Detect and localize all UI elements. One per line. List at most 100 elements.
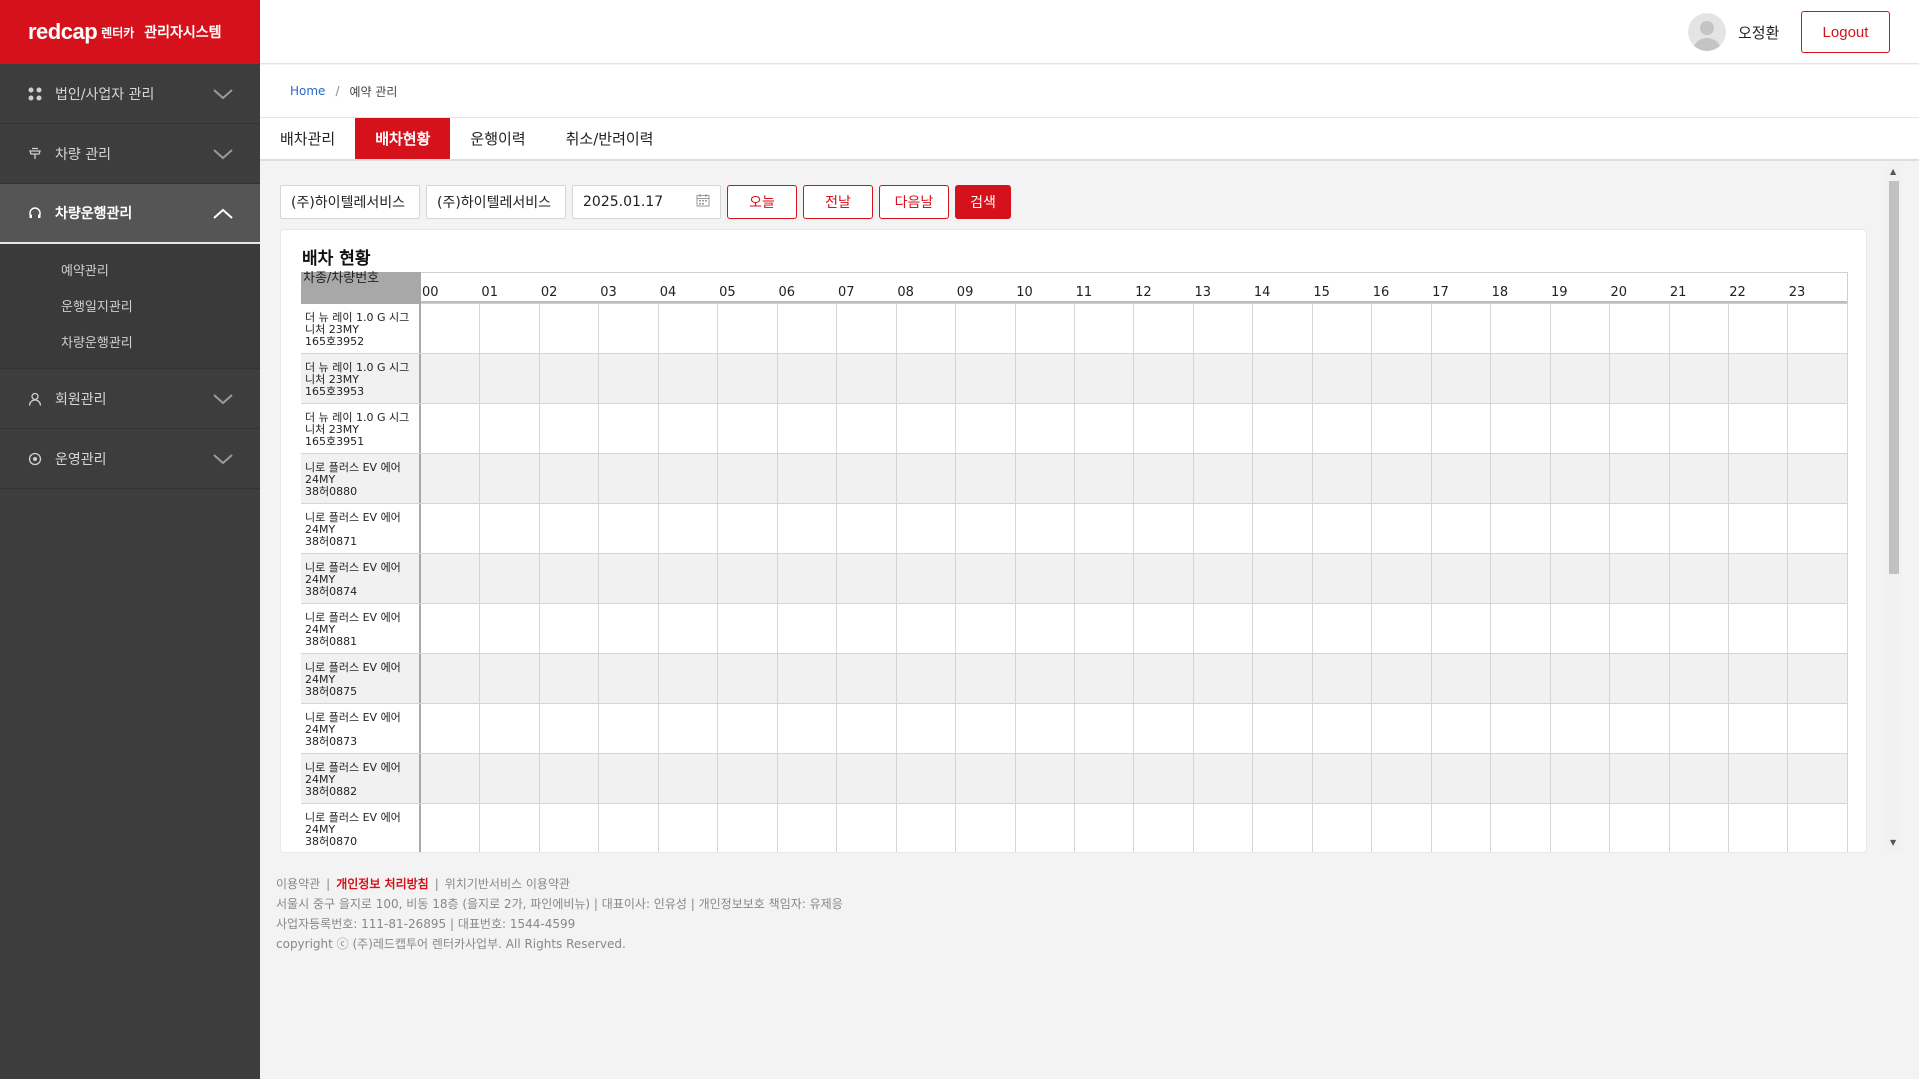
schedule-cell[interactable] bbox=[1134, 604, 1194, 653]
schedule-cell[interactable] bbox=[599, 704, 659, 753]
schedule-cell[interactable] bbox=[1134, 354, 1194, 403]
tab-dispatch-management[interactable]: 배차관리 bbox=[260, 118, 355, 159]
tab-operation-history[interactable]: 운행이력 bbox=[450, 118, 545, 159]
schedule-cell[interactable] bbox=[1551, 504, 1611, 553]
schedule-cell[interactable] bbox=[1313, 804, 1373, 852]
schedule-cell[interactable] bbox=[1491, 554, 1551, 603]
schedule-cell[interactable] bbox=[718, 554, 778, 603]
schedule-cell[interactable] bbox=[480, 654, 540, 703]
schedule-cell[interactable] bbox=[421, 704, 481, 753]
schedule-cell[interactable] bbox=[1610, 554, 1670, 603]
schedule-cell[interactable] bbox=[1670, 354, 1729, 403]
schedule-cell[interactable] bbox=[599, 304, 659, 353]
schedule-cell[interactable] bbox=[956, 754, 1016, 803]
schedule-cell[interactable] bbox=[659, 504, 719, 553]
schedule-cell[interactable] bbox=[540, 704, 600, 753]
schedule-cell[interactable] bbox=[1016, 704, 1075, 753]
schedule-cell[interactable] bbox=[1372, 454, 1432, 503]
schedule-cell[interactable] bbox=[659, 654, 719, 703]
schedule-cell[interactable] bbox=[1491, 754, 1551, 803]
schedule-cell[interactable] bbox=[956, 604, 1016, 653]
schedule-cell[interactable] bbox=[599, 754, 659, 803]
schedule-cell[interactable] bbox=[540, 354, 600, 403]
schedule-cell[interactable] bbox=[1372, 754, 1432, 803]
schedule-cell[interactable] bbox=[897, 354, 957, 403]
schedule-cell[interactable] bbox=[659, 354, 719, 403]
schedule-cell[interactable] bbox=[778, 454, 838, 503]
schedule-cell[interactable] bbox=[837, 404, 897, 453]
schedule-cell[interactable] bbox=[540, 604, 600, 653]
schedule-cell[interactable] bbox=[1670, 804, 1729, 852]
schedule-cell[interactable] bbox=[956, 454, 1016, 503]
schedule-cell[interactable] bbox=[1432, 604, 1492, 653]
schedule-cell[interactable] bbox=[1253, 654, 1313, 703]
schedule-cell[interactable] bbox=[1253, 504, 1313, 553]
schedule-cell[interactable] bbox=[1491, 304, 1551, 353]
schedule-cell[interactable] bbox=[837, 704, 897, 753]
sidebar-item-corporate[interactable]: 법인/사업자 관리 bbox=[0, 64, 260, 124]
schedule-cell[interactable] bbox=[837, 604, 897, 653]
schedule-cell[interactable] bbox=[1194, 454, 1254, 503]
schedule-cell[interactable] bbox=[1788, 754, 1848, 803]
schedule-cell[interactable] bbox=[1551, 404, 1611, 453]
schedule-cell[interactable] bbox=[778, 404, 838, 453]
schedule-cell[interactable] bbox=[659, 604, 719, 653]
schedule-cell[interactable] bbox=[1670, 404, 1729, 453]
schedule-cell[interactable] bbox=[837, 804, 897, 852]
schedule-cell[interactable] bbox=[956, 404, 1016, 453]
schedule-cell[interactable] bbox=[421, 804, 481, 852]
schedule-cell[interactable] bbox=[1491, 404, 1551, 453]
schedule-cell[interactable] bbox=[1194, 754, 1254, 803]
schedule-cell[interactable] bbox=[1016, 604, 1075, 653]
schedule-cell[interactable] bbox=[1432, 404, 1492, 453]
schedule-cell[interactable] bbox=[540, 404, 600, 453]
schedule-cell[interactable] bbox=[778, 554, 838, 603]
schedule-cell[interactable] bbox=[1313, 404, 1373, 453]
schedule-cell[interactable] bbox=[956, 504, 1016, 553]
scroll-down-arrow-icon[interactable]: ▼ bbox=[1890, 838, 1896, 847]
schedule-cell[interactable] bbox=[1670, 304, 1729, 353]
schedule-cell[interactable] bbox=[1729, 454, 1789, 503]
schedule-cell[interactable] bbox=[1134, 704, 1194, 753]
schedule-cell[interactable] bbox=[1194, 354, 1254, 403]
schedule-cell[interactable] bbox=[1729, 304, 1789, 353]
schedule-cell[interactable] bbox=[897, 704, 957, 753]
company-select-2[interactable]: (주)하이텔레서비스 bbox=[426, 185, 566, 219]
schedule-cell[interactable] bbox=[1313, 554, 1373, 603]
schedule-cell[interactable] bbox=[897, 754, 957, 803]
schedule-cell[interactable] bbox=[1729, 704, 1789, 753]
schedule-cell[interactable] bbox=[1253, 554, 1313, 603]
schedule-cell[interactable] bbox=[718, 754, 778, 803]
schedule-cell[interactable] bbox=[1729, 554, 1789, 603]
schedule-cell[interactable] bbox=[1610, 754, 1670, 803]
schedule-cell[interactable] bbox=[540, 454, 600, 503]
schedule-cell[interactable] bbox=[1610, 804, 1670, 852]
schedule-cell[interactable] bbox=[480, 404, 540, 453]
schedule-cell[interactable] bbox=[1372, 654, 1432, 703]
schedule-cell[interactable] bbox=[718, 304, 778, 353]
schedule-cell[interactable] bbox=[480, 554, 540, 603]
schedule-cell[interactable] bbox=[599, 504, 659, 553]
schedule-cell[interactable] bbox=[1253, 704, 1313, 753]
schedule-cell[interactable] bbox=[1788, 454, 1848, 503]
schedule-cell[interactable] bbox=[897, 404, 957, 453]
schedule-cell[interactable] bbox=[421, 654, 481, 703]
tab-cancel-history[interactable]: 취소/반려이력 bbox=[546, 118, 674, 159]
schedule-cell[interactable] bbox=[421, 504, 481, 553]
sidebar-subitem-reservation[interactable]: 예약관리 bbox=[0, 254, 260, 290]
schedule-cell[interactable] bbox=[1610, 504, 1670, 553]
schedule-cell[interactable] bbox=[1016, 554, 1075, 603]
schedule-cell[interactable] bbox=[480, 754, 540, 803]
schedule-cell[interactable] bbox=[540, 754, 600, 803]
schedule-cell[interactable] bbox=[1075, 504, 1135, 553]
schedule-cell[interactable] bbox=[1372, 804, 1432, 852]
schedule-cell[interactable] bbox=[1551, 704, 1611, 753]
schedule-cell[interactable] bbox=[778, 804, 838, 852]
footer-link-privacy[interactable]: 개인정보 처리방침 bbox=[336, 877, 429, 891]
schedule-cell[interactable] bbox=[540, 804, 600, 852]
schedule-cell[interactable] bbox=[1610, 604, 1670, 653]
schedule-cell[interactable] bbox=[1194, 704, 1254, 753]
schedule-cell[interactable] bbox=[1729, 754, 1789, 803]
schedule-cell[interactable] bbox=[599, 404, 659, 453]
tab-dispatch-status[interactable]: 배차현황 bbox=[355, 118, 451, 159]
